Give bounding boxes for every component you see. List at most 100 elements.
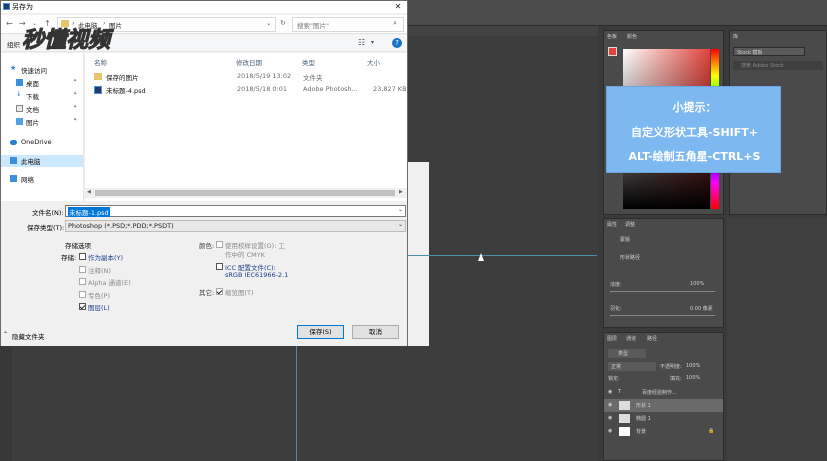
filename-input[interactable]: 未标题-1.psd ⌄	[65, 205, 406, 217]
view-options-icon[interactable]: ☷	[358, 38, 365, 47]
search-icon[interactable]: ⌕	[393, 19, 397, 28]
column-header-date[interactable]: 修改日期	[236, 57, 262, 67]
icc-profile-checkbox[interactable]	[216, 263, 223, 270]
pin-icon[interactable]: ✦	[73, 104, 77, 110]
tab-swatches[interactable]: 色板	[607, 33, 617, 40]
layer-row[interactable]: ◉ T 百度经验制作...	[604, 386, 723, 399]
notes-checkbox	[79, 266, 86, 273]
foreground-swatch[interactable]	[608, 47, 617, 56]
chevron-down-icon[interactable]: ⌄	[398, 206, 403, 213]
save-button[interactable]: 保存(S)	[297, 325, 344, 339]
density-slider[interactable]	[610, 291, 715, 292]
layer-filter-select[interactable]: 类型	[608, 349, 646, 358]
hide-folders-link[interactable]: 隐藏文件夹	[12, 331, 45, 341]
as-copy-label[interactable]: 作为副本(Y)	[88, 252, 123, 262]
pin-icon[interactable]: ✦	[73, 91, 77, 97]
eye-icon[interactable]: ◉	[608, 402, 612, 408]
organize-menu[interactable]: 组织	[7, 39, 20, 49]
help-icon[interactable]: ?	[392, 38, 402, 48]
dialog-title: 另存为	[12, 3, 33, 11]
layer-thumbnail	[619, 427, 630, 436]
properties-panel: 属性 调整 蒙版 形状路径 浓度: 100% 羽化: 0.00 像素	[603, 218, 724, 328]
library-search[interactable]: 搜索 Adobe Stock	[733, 61, 823, 70]
cancel-button[interactable]: 取消	[352, 325, 399, 339]
search-input[interactable]: 搜索"图片" ⌕	[292, 17, 404, 32]
nav-this-pc[interactable]: 此电脑	[1, 155, 83, 167]
close-icon[interactable]: ✕	[391, 1, 405, 12]
library-select[interactable]: Stock 模板	[733, 47, 805, 56]
proof-setup-checkbox	[216, 241, 223, 248]
tab-adjustments[interactable]: 调整	[625, 221, 635, 228]
tip-line: ALT-绘制五角星-CTRL+S	[628, 150, 761, 163]
chevron-down-icon[interactable]: ▾	[371, 39, 374, 46]
proof-setup-label-2: 作中的 CMYK	[225, 251, 265, 259]
navigation-pane: ★ 快速访问 桌面 ✦ ↓ 下载 ✦ 文档 ✦ 图片 ✦ OneDrive 此电…	[1, 53, 84, 201]
other-label: 其它:	[199, 289, 215, 297]
density-value[interactable]: 100%	[690, 281, 704, 287]
back-icon[interactable]: ←	[6, 19, 13, 28]
nav-item-downloads[interactable]: ↓ 下载 ✦	[1, 90, 83, 102]
lock-icon: 🔒	[708, 428, 715, 434]
ps-document	[405, 162, 429, 346]
layer-row[interactable]: ◉ 椭圆 1	[604, 412, 723, 425]
file-row[interactable]: 保存的图片 2018/5/19 13:02 文件夹	[90, 71, 406, 83]
chevron-down-icon[interactable]: ⌄	[398, 221, 403, 228]
layer-thumbnail	[619, 414, 630, 423]
eye-icon[interactable]: ◉	[608, 389, 612, 395]
column-header-type[interactable]: 类型	[302, 57, 315, 67]
opacity-value[interactable]: 100%	[686, 363, 700, 369]
folder-icon	[94, 73, 102, 80]
feather-slider[interactable]	[610, 315, 715, 316]
mask-label: 蒙版	[620, 237, 631, 243]
eye-icon[interactable]: ◉	[608, 428, 612, 434]
document-icon	[16, 105, 23, 112]
column-header-size[interactable]: 大小	[367, 57, 380, 67]
fill-label: 填充:	[670, 376, 682, 382]
filetype-select[interactable]: Photoshop (*.PSD;*.PDD;*.PSDT) ⌄	[65, 220, 406, 232]
opacity-label: 不透明度:	[660, 364, 682, 370]
scroll-left-icon[interactable]: ◀	[87, 189, 91, 195]
chevron-down-icon[interactable]: ⌄	[266, 19, 271, 27]
layer-row[interactable]: ◉ 背景 🔒	[604, 425, 723, 438]
scroll-right-icon[interactable]: ▶	[399, 189, 403, 195]
tab-library[interactable]: 库	[733, 33, 738, 40]
save-options-heading: 存储选项	[65, 242, 91, 250]
cloud-icon	[10, 140, 17, 145]
nav-item-desktop[interactable]: 桌面 ✦	[1, 77, 83, 89]
file-row[interactable]: 未标题-4.psd 2018/5/18 0:01 Adobe Photosh..…	[90, 84, 407, 96]
horizontal-scrollbar[interactable]: ◀ ▶	[85, 188, 407, 198]
layer-thumbnail	[619, 401, 630, 410]
scrollbar-thumb[interactable]	[95, 190, 395, 196]
pin-icon[interactable]: ✦	[73, 117, 77, 123]
tip-title: 小提示：	[672, 101, 717, 114]
as-copy-checkbox[interactable]	[79, 253, 86, 260]
column-header-name[interactable]: 名称	[94, 57, 107, 67]
nav-item-documents[interactable]: 文档 ✦	[1, 103, 83, 115]
layers-checkbox[interactable]	[79, 303, 86, 310]
feather-value[interactable]: 0.00 像素	[690, 305, 713, 312]
layers-label[interactable]: 图层(L)	[88, 302, 110, 312]
nav-item-pictures[interactable]: 图片 ✦	[1, 116, 83, 128]
star-icon: ★	[10, 64, 17, 72]
refresh-icon[interactable]: ↻	[280, 19, 286, 27]
tab-color[interactable]: 颜色	[627, 33, 637, 40]
layer-row[interactable]: ◉ 形状 1	[604, 399, 723, 412]
eye-icon[interactable]: ◉	[608, 415, 612, 421]
tab-paths[interactable]: 路径	[647, 335, 657, 342]
tab-properties[interactable]: 属性	[607, 221, 617, 228]
filetype-label: 保存类型(T):	[27, 224, 65, 232]
nav-network[interactable]: 网络	[1, 173, 83, 185]
chevron-up-icon[interactable]: ⌃	[3, 331, 8, 338]
pin-icon[interactable]: ✦	[73, 78, 77, 84]
nav-quick-access[interactable]: ★ 快速访问	[1, 64, 83, 76]
tab-layers[interactable]: 图层	[607, 335, 617, 342]
spot-colors-label: 专色(P)	[88, 292, 110, 300]
blend-mode-select[interactable]: 正常	[608, 362, 656, 371]
tab-channels[interactable]: 通道	[626, 335, 636, 342]
shape-path-label: 形状路径	[620, 255, 641, 261]
fill-value[interactable]: 100%	[686, 375, 700, 381]
alpha-channels-label: Alpha 通道(E)	[88, 279, 131, 287]
network-icon	[10, 175, 17, 182]
nav-onedrive[interactable]: OneDrive	[1, 137, 83, 149]
icc-profile-name: sRGB IEC61966-2.1	[225, 271, 289, 279]
